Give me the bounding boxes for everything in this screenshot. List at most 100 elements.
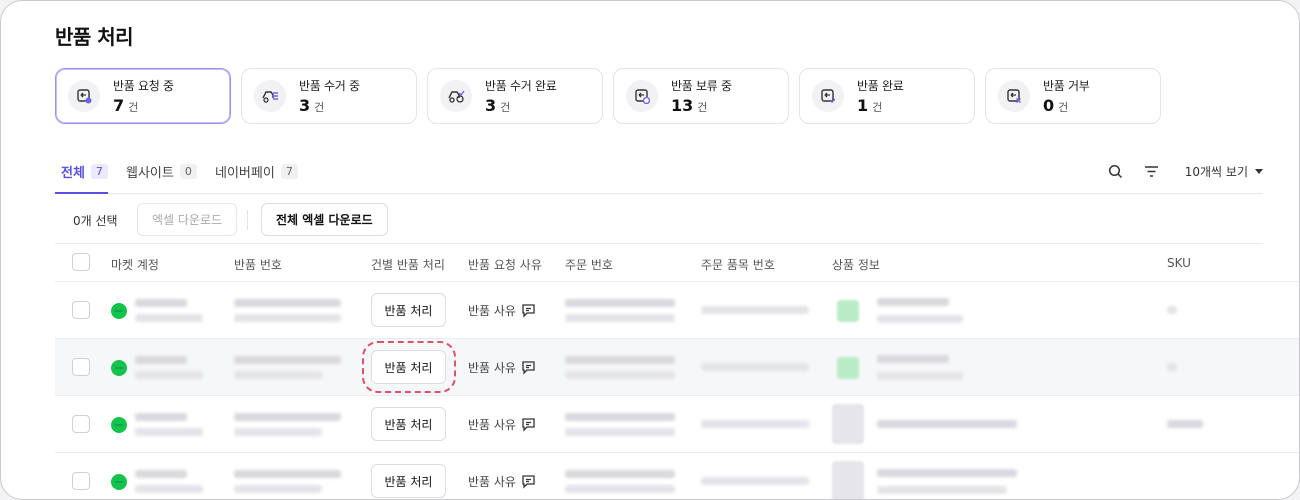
tab-count: 0 [179,164,197,179]
per-page-dropdown[interactable]: 10개씩 보기 [1185,163,1263,180]
redacted-text [234,299,341,307]
redacted-text [234,428,322,436]
redacted-text [877,486,1007,494]
return-reason[interactable]: 반품 사유 [468,359,536,376]
redacted-text [234,413,341,421]
redacted-text [234,356,341,364]
column-header: 반품 번호 [234,258,282,272]
redacted-text [234,314,341,322]
redacted-text [565,470,675,478]
redacted-text [565,371,675,379]
redacted-text [1167,420,1203,428]
process-return-button[interactable]: 반품 처리 [371,293,446,327]
redacted-text [701,477,809,485]
redacted-text [877,372,963,380]
redacted-text [877,420,1017,428]
pickup-complete-icon [440,80,472,112]
process-return-button[interactable]: 반품 처리 [371,407,446,441]
card-count: 0건 [1043,96,1069,115]
status-card-reject[interactable]: 반품 거부 0건 [985,68,1161,124]
card-count: 1건 [857,96,883,115]
hold-icon [626,80,658,112]
channel-tabs: 전체 7 웹사이트 0 네이버페이 7 10개씩 보기 [55,148,1263,194]
column-header: 건별 반품 처리 [371,258,445,272]
card-label: 반품 거부 [1043,79,1090,93]
chevron-down-icon [1255,168,1263,174]
row-checkbox[interactable] [72,472,90,490]
pickup-truck-icon [254,80,286,112]
table-row: 반품 처리 반품 사유 [55,282,1299,339]
returns-table: 마켓 계정 반품 번호 건별 반품 처리 반품 요청 사유 주문 번호 주문 품… [55,244,1299,499]
column-header: 마켓 계정 [111,258,159,272]
tab-count: 7 [280,164,298,179]
redacted-text [135,485,203,493]
process-return-button[interactable]: 반품 처리 [371,350,446,384]
redacted-text [1167,306,1177,314]
row-checkbox[interactable] [72,301,90,319]
tab-website[interactable]: 웹사이트 0 [126,162,197,181]
all-excel-download-button[interactable]: 전체 엑셀 다운로드 [261,203,388,236]
product-thumbnail [837,300,859,322]
status-card-hold[interactable]: 반품 보류 중 13 건 [613,68,789,124]
card-label: 반품 요청 중 [113,79,174,93]
return-reason[interactable]: 반품 사유 [468,473,536,490]
select-all-checkbox[interactable] [72,253,90,271]
status-card-pickup[interactable]: 반품 수거 중 3건 [241,68,417,124]
tab-all[interactable]: 전체 7 [61,162,108,181]
redacted-text [877,315,963,323]
reason-label: 반품 사유 [468,361,516,375]
market-logo-icon [111,417,127,433]
card-count: 13 건 [671,96,708,115]
redacted-text [877,355,949,363]
table-header: 마켓 계정 반품 번호 건별 반품 처리 반품 요청 사유 주문 번호 주문 품… [55,244,1299,282]
process-return-button[interactable]: 반품 처리 [371,464,446,498]
page-title: 반품 처리 [55,25,134,49]
return-reason[interactable]: 반품 사유 [468,416,536,433]
redacted-text [234,371,322,379]
excel-download-button[interactable]: 엑셀 다운로드 [137,203,238,236]
status-card-complete[interactable]: 반품 완료 1건 [799,68,975,124]
product-thumbnail [832,404,864,444]
comment-icon [522,475,535,489]
market-logo-icon [111,474,127,490]
redacted-text [565,428,675,436]
column-header: SKU [1167,256,1191,270]
comment-icon [522,361,535,375]
redacted-text [701,306,809,314]
filter-icon[interactable] [1141,160,1163,182]
reject-icon [998,80,1030,112]
column-header: 주문 품목 번호 [701,258,775,272]
tab-label: 네이버페이 [215,166,275,181]
card-label: 반품 완료 [857,79,904,93]
redacted-text [135,299,187,307]
redacted-text [565,356,675,364]
redacted-text [701,420,809,428]
status-cards: 반품 요청 중 7건 반품 수거 중 3건 반품 수거 완료 3건 반품 보류 … [55,68,1161,124]
comment-icon [522,418,535,432]
reason-label: 반품 사유 [468,304,516,318]
redacted-text [701,363,809,371]
tab-count: 7 [90,164,108,179]
market-logo-icon [111,303,127,319]
table-row: 반품 처리 반품 사유 [55,453,1299,499]
redacted-text [1167,363,1177,371]
complete-icon [812,80,844,112]
tab-naverpay[interactable]: 네이버페이 7 [215,162,298,181]
redacted-text [135,314,203,322]
card-label: 반품 보류 중 [671,79,732,93]
card-label: 반품 수거 완료 [485,79,557,93]
status-card-requested[interactable]: 반품 요청 중 7건 [55,68,231,124]
column-header: 상품 정보 [832,258,880,272]
card-count: 3건 [299,96,325,115]
redacted-text [135,413,187,421]
return-reason[interactable]: 반품 사유 [468,302,536,319]
card-label: 반품 수거 중 [299,79,360,93]
redacted-text [565,314,675,322]
redacted-text [135,356,187,364]
row-checkbox[interactable] [72,415,90,433]
status-card-pickup-complete[interactable]: 반품 수거 완료 3건 [427,68,603,124]
per-page-label: 10개씩 보기 [1184,164,1248,179]
column-header: 주문 번호 [565,258,613,272]
search-icon[interactable] [1105,160,1127,182]
row-checkbox[interactable] [72,358,90,376]
